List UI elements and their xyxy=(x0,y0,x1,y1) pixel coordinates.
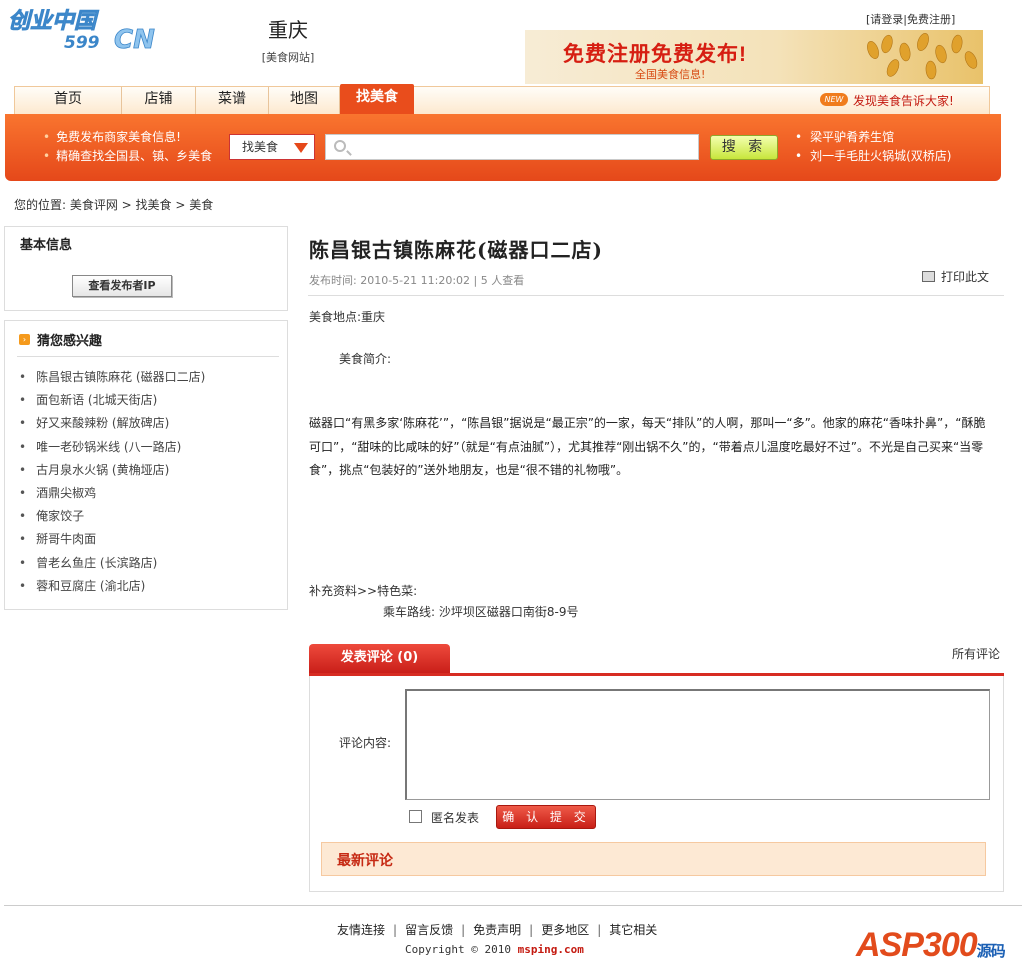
search-bar: 免费发布商家美食信息! 精确查找全国县、镇、乡美食 找美食 搜 索 梁平驴肴养生… xyxy=(5,114,1001,181)
dropdown-arrow-icon xyxy=(294,143,308,153)
nav-item-recipes[interactable]: 菜谱 xyxy=(196,87,269,114)
register-banner[interactable]: 免费注册免费发布! 全国美食信息! xyxy=(525,30,983,84)
city-subtitle: [美食网站] xyxy=(261,51,315,64)
list-item[interactable]: 俺家饺子 xyxy=(19,507,205,530)
all-comments-link[interactable]: 所有评论 xyxy=(952,645,1000,662)
search-tip[interactable]: 精确查找全国县、镇、乡美食 xyxy=(43,147,212,166)
list-item[interactable]: 曾老幺鱼庄 (长滨路店) xyxy=(19,554,205,577)
comment-label: 评论内容: xyxy=(339,736,392,750)
footer-link[interactable]: 留言反馈 xyxy=(405,923,453,937)
latest-comments-title: 最新评论 xyxy=(337,853,393,869)
separator: | xyxy=(461,923,466,937)
list-item[interactable]: 好又来酸辣粉 (解放碑店) xyxy=(19,414,205,437)
nav-item-find-food[interactable]: 找美食 xyxy=(340,84,414,115)
view-publisher-ip-button[interactable]: 查看发布者IP xyxy=(72,275,172,297)
list-item[interactable]: 掰哥牛肉面 xyxy=(19,530,205,553)
search-input[interactable] xyxy=(325,134,699,160)
basic-info-title: 基本信息 xyxy=(20,238,73,253)
list-item[interactable]: 古月泉水火锅 (黄桷垭店) xyxy=(19,461,205,484)
new-badge: NEW xyxy=(820,93,848,106)
search-button[interactable]: 搜 索 xyxy=(710,135,778,160)
latest-comments-header: 最新评论 xyxy=(321,842,986,876)
watermark-logo: ASP300源码 xyxy=(856,926,1006,965)
footer-link[interactable]: 友情连接 xyxy=(337,923,385,937)
login-register-links[interactable]: [请登录|免费注册] xyxy=(866,11,955,27)
search-icon xyxy=(334,140,346,152)
footer-links: 友情连接 | 留言反馈 | 免责声明 | 更多地区 | 其它相关 xyxy=(337,921,657,938)
food-location: 美食地点:重庆 xyxy=(309,310,386,324)
copyright: Copyright © 2010 msping.com xyxy=(405,943,584,956)
search-category-select[interactable]: 找美食 xyxy=(229,134,315,160)
article-body: 磁器口“有黑多家‘陈麻花’”，“陈昌银”据说是“最正宗”的一家，每天“排队”的人… xyxy=(309,416,986,477)
comment-textarea[interactable] xyxy=(405,689,990,800)
watermark-text: ASP300 xyxy=(856,926,978,964)
banner-title: 免费注册免费发布! xyxy=(563,43,747,66)
tab-post-comment[interactable]: 发表评论 (0) xyxy=(309,644,450,674)
footer-link[interactable]: 更多地区 xyxy=(541,923,589,937)
list-item[interactable]: 蓉和豆腐庄 (渝北店) xyxy=(19,577,205,600)
search-category-value: 找美食 xyxy=(242,140,279,154)
basic-info-box: 基本信息 查看发布者IP xyxy=(4,226,288,311)
logo-graphic: 创业中国 599 CN xyxy=(8,9,156,56)
search-tip[interactable]: 免费发布商家美食信息! xyxy=(43,128,212,147)
wheat-icon xyxy=(867,33,978,80)
anonymous-checkbox[interactable] xyxy=(409,810,422,823)
recommend-list: 陈昌银古镇陈麻花 (磁器口二店) 面包新语 (北城天街店) 好又来酸辣粉 (解放… xyxy=(19,368,205,600)
list-item[interactable]: 面包新语 (北城天街店) xyxy=(19,391,205,414)
hot-link[interactable]: 梁平驴肴养生馆 xyxy=(795,128,951,147)
recommend-title: 猜您感兴趣 xyxy=(37,334,103,349)
city-name: 重庆 xyxy=(268,18,308,42)
bus-route: 乘车路线: 沙坪坝区磁器口南街8-9号 xyxy=(383,605,579,619)
nav-item-shops[interactable]: 店铺 xyxy=(122,87,196,114)
arrow-icon: › xyxy=(19,334,30,345)
food-intro-label: 美食简介: xyxy=(339,352,392,366)
article-meta: 发布时间: 2010-5-21 11:20:02 | 5 人查看 xyxy=(309,274,525,287)
separator: | xyxy=(529,923,534,937)
recommend-box: › 猜您感兴趣 陈昌银古镇陈麻花 (磁器口二店) 面包新语 (北城天街店) 好又… xyxy=(4,320,288,610)
print-link[interactable]: 打印此文 xyxy=(922,268,989,285)
separator: | xyxy=(393,923,398,937)
hot-link[interactable]: 刘一手毛肚火锅城(双桥店) xyxy=(795,147,951,166)
list-item[interactable]: 酒鼎尖椒鸡 xyxy=(19,484,205,507)
copyright-text: Copyright © 2010 xyxy=(405,943,511,956)
print-label: 打印此文 xyxy=(941,270,990,284)
divider xyxy=(308,295,1004,296)
nav-item-home[interactable]: 首页 xyxy=(15,87,122,114)
city-block: 重庆 [美食网站] xyxy=(236,14,340,65)
copyright-site[interactable]: msping.com xyxy=(518,943,584,956)
recommend-header: › 猜您感兴趣 xyxy=(17,329,279,357)
watermark-sub: 源码 xyxy=(976,943,1006,960)
extra-info: 补充资料>>特色菜: xyxy=(309,584,418,598)
separator: | xyxy=(597,923,602,937)
article-title: 陈昌银古镇陈麻花(磁器口二店) xyxy=(309,238,603,262)
divider xyxy=(4,905,1022,906)
list-item[interactable]: 唯一老砂锅米线 (八一路店) xyxy=(19,438,205,461)
logo-cn: CN xyxy=(114,25,155,52)
footer-link[interactable]: 免责声明 xyxy=(473,923,521,937)
nav-item-map[interactable]: 地图 xyxy=(269,87,340,114)
printer-icon xyxy=(922,271,935,282)
hot-links: 梁平驴肴养生馆 刘一手毛肚火锅城(双桥店) xyxy=(795,128,951,166)
breadcrumb[interactable]: 您的位置: 美食评网 > 找美食 > 美食 xyxy=(14,196,213,213)
logo-sub: 599 xyxy=(64,33,100,52)
main-nav: 首页 店铺 菜谱 地图 找美食 NEW 发现美食告诉大家! xyxy=(14,84,990,115)
nav-promo-link[interactable]: 发现美食告诉大家! xyxy=(853,92,954,109)
anonymous-label: 匿名发表 xyxy=(431,811,480,825)
banner-subtitle: 全国美食信息! xyxy=(635,68,706,81)
logo-text: 创业中国 xyxy=(8,9,99,34)
search-tips: 免费发布商家美食信息! 精确查找全国县、镇、乡美食 xyxy=(43,128,212,166)
footer-link[interactable]: 其它相关 xyxy=(609,923,657,937)
submit-comment-button[interactable]: 确 认 提 交 xyxy=(496,805,596,829)
list-item[interactable]: 陈昌银古镇陈麻花 (磁器口二店) xyxy=(19,368,205,391)
site-logo[interactable]: 创业中国 599 CN xyxy=(6,6,176,56)
